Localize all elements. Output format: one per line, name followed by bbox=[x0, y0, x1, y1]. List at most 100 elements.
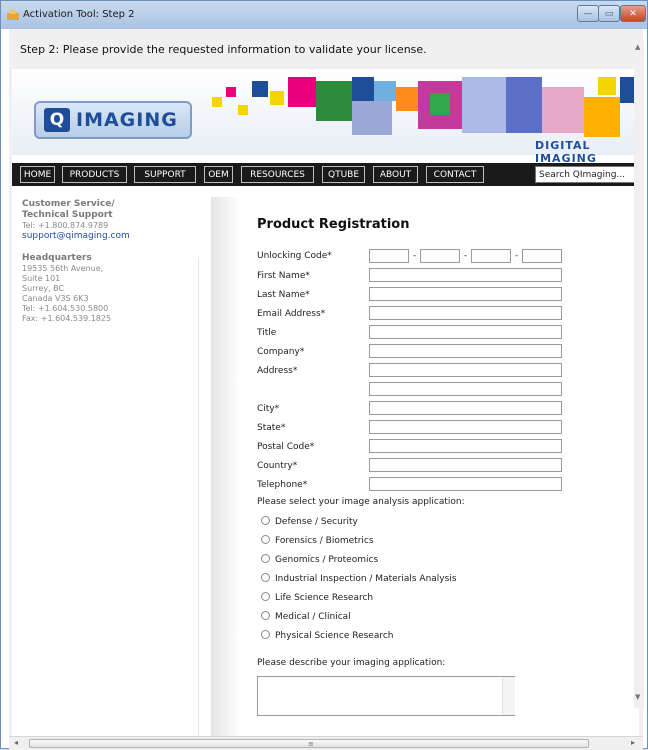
nav-oem[interactable]: OEM bbox=[204, 166, 233, 183]
email-input[interactable] bbox=[369, 306, 562, 320]
maximize-button[interactable]: ▭ bbox=[598, 5, 620, 22]
web-view: Q IMAGING DIGITAL IMAGING HOME PRODUCTS … bbox=[12, 69, 639, 736]
main-nav: HOME PRODUCTS SUPPORT OEM RESOURCES QTUB… bbox=[12, 163, 639, 186]
site-search-input[interactable] bbox=[535, 166, 639, 183]
describe-application-textarea[interactable] bbox=[257, 676, 515, 716]
title-label: Title bbox=[257, 328, 277, 338]
qimaging-logo[interactable]: Q IMAGING bbox=[34, 101, 192, 139]
code-separator: - bbox=[413, 251, 417, 261]
hq-heading: Headquarters bbox=[22, 253, 92, 263]
radio-defense-security[interactable]: Defense / Security bbox=[261, 516, 358, 527]
support-heading-line-2: Technical Support bbox=[22, 210, 113, 220]
application-select-prompt: Please select your image analysis applic… bbox=[257, 497, 465, 507]
nav-resources[interactable]: RESOURCES bbox=[241, 166, 314, 183]
nav-support[interactable]: SUPPORT bbox=[134, 166, 196, 183]
horizontal-scrollbar[interactable]: ◂ ≡ ▸ bbox=[9, 736, 643, 750]
nav-about[interactable]: ABOUT bbox=[373, 166, 418, 183]
radio-industrial-inspection[interactable]: Industrial Inspection / Materials Analys… bbox=[261, 573, 457, 584]
country-label: Country* bbox=[257, 461, 298, 471]
nav-products[interactable]: PRODUCTS bbox=[62, 166, 127, 183]
country-input[interactable] bbox=[369, 458, 562, 472]
last-name-input[interactable] bbox=[369, 287, 562, 301]
title-bar[interactable]: Activation Tool: Step 2 — ▭ ✕ bbox=[1, 1, 647, 29]
code-separator: - bbox=[515, 251, 519, 261]
postal-code-label: Postal Code* bbox=[257, 442, 315, 452]
unlocking-code-part-3[interactable] bbox=[471, 249, 511, 263]
radio-forensics-biometrics[interactable]: Forensics / Biometrics bbox=[261, 535, 374, 546]
radio-label: Life Science Research bbox=[275, 593, 374, 603]
hq-fax: Fax: +1.604.539.1825 bbox=[22, 314, 112, 323]
radio-button-icon[interactable] bbox=[261, 630, 270, 639]
step-instruction: Step 2: Please provide the requested inf… bbox=[20, 43, 427, 56]
radio-label: Forensics / Biometrics bbox=[275, 536, 374, 546]
email-label: Email Address* bbox=[257, 309, 326, 319]
radio-button-icon[interactable] bbox=[261, 592, 270, 601]
first-name-input[interactable] bbox=[369, 268, 562, 282]
horizontal-scroll-thumb[interactable]: ≡ bbox=[29, 739, 589, 748]
radio-button-icon[interactable] bbox=[261, 573, 270, 582]
hq-phone: Tel: +1.604.530.5800 bbox=[22, 304, 109, 313]
scroll-right-arrow-icon[interactable]: ▸ bbox=[631, 738, 635, 747]
nav-home[interactable]: HOME bbox=[20, 166, 55, 183]
activation-window: Activation Tool: Step 2 — ▭ ✕ Step 2: Pl… bbox=[0, 0, 648, 750]
radio-life-science[interactable]: Life Science Research bbox=[261, 592, 373, 603]
radio-label: Medical / Clinical bbox=[275, 612, 351, 622]
site-banner: Q IMAGING DIGITAL IMAGING bbox=[12, 69, 639, 165]
address-line-2-input[interactable] bbox=[369, 382, 562, 396]
hq-suite: Suite 101 bbox=[22, 274, 61, 283]
title-input[interactable] bbox=[369, 325, 562, 339]
address-label: Address* bbox=[257, 366, 298, 376]
content-gutter bbox=[211, 197, 241, 736]
city-input[interactable] bbox=[369, 401, 562, 415]
radio-label: Defense / Security bbox=[275, 517, 358, 527]
address-line-1-input[interactable] bbox=[369, 363, 562, 377]
hq-city: Surrey, BC bbox=[22, 284, 65, 293]
last-name-label: Last Name* bbox=[257, 290, 310, 300]
textarea-scrollbar[interactable] bbox=[502, 677, 515, 715]
radio-button-icon[interactable] bbox=[261, 554, 270, 563]
state-label: State* bbox=[257, 423, 286, 433]
postal-code-input[interactable] bbox=[369, 439, 562, 453]
scroll-up-arrow-icon[interactable]: ▲ bbox=[635, 43, 640, 51]
banner-image-mosaic bbox=[212, 77, 639, 137]
radio-button-icon[interactable] bbox=[261, 516, 270, 525]
radio-label: Genomics / Proteomics bbox=[275, 555, 379, 565]
support-heading-line-1: Customer Service/ bbox=[22, 199, 115, 209]
code-separator: - bbox=[464, 251, 468, 261]
sidebar-divider bbox=[198, 257, 199, 736]
client-area: Step 2: Please provide the requested inf… bbox=[9, 29, 643, 736]
radio-genomics-proteomics[interactable]: Genomics / Proteomics bbox=[261, 554, 378, 565]
company-input[interactable] bbox=[369, 344, 562, 358]
radio-button-icon[interactable] bbox=[261, 611, 270, 620]
close-button[interactable]: ✕ bbox=[620, 5, 646, 22]
form-title: Product Registration bbox=[257, 217, 410, 232]
scroll-grip-icon: ≡ bbox=[308, 740, 314, 748]
state-input[interactable] bbox=[369, 420, 562, 434]
scroll-left-arrow-icon[interactable]: ◂ bbox=[14, 738, 18, 747]
nav-contact[interactable]: CONTACT bbox=[426, 166, 484, 183]
company-label: Company* bbox=[257, 347, 305, 357]
logo-letter: Q bbox=[44, 108, 70, 132]
unlocking-code-part-4[interactable] bbox=[522, 249, 562, 263]
unlocking-code-part-1[interactable] bbox=[369, 249, 409, 263]
vertical-scrollbar[interactable]: ▲ ▼ bbox=[634, 41, 644, 708]
minimize-button[interactable]: — bbox=[577, 5, 599, 22]
logo-text: IMAGING bbox=[76, 109, 178, 131]
describe-application-prompt: Please describe your imaging application… bbox=[257, 658, 446, 668]
banner-slogan: DIGITAL IMAGING bbox=[535, 139, 597, 165]
nav-qtube[interactable]: QTUBE bbox=[322, 166, 365, 183]
radio-medical-clinical[interactable]: Medical / Clinical bbox=[261, 611, 351, 622]
unlocking-code-label: Unlocking Code* bbox=[257, 251, 332, 261]
window-title: Activation Tool: Step 2 bbox=[23, 9, 135, 20]
telephone-label: Telephone* bbox=[257, 480, 308, 490]
hq-street: 19535 56th Avenue, bbox=[22, 264, 104, 273]
contact-sidebar: Customer Service/ Technical Support Tel:… bbox=[22, 199, 202, 324]
support-email-link[interactable]: support@qimaging.com bbox=[22, 231, 202, 242]
city-label: City* bbox=[257, 404, 280, 414]
unlocking-code-part-2[interactable] bbox=[420, 249, 460, 263]
telephone-input[interactable] bbox=[369, 477, 562, 491]
radio-physical-science[interactable]: Physical Science Research bbox=[261, 630, 394, 641]
scroll-down-arrow-icon[interactable]: ▼ bbox=[635, 693, 640, 701]
app-icon bbox=[7, 10, 19, 20]
radio-button-icon[interactable] bbox=[261, 535, 270, 544]
